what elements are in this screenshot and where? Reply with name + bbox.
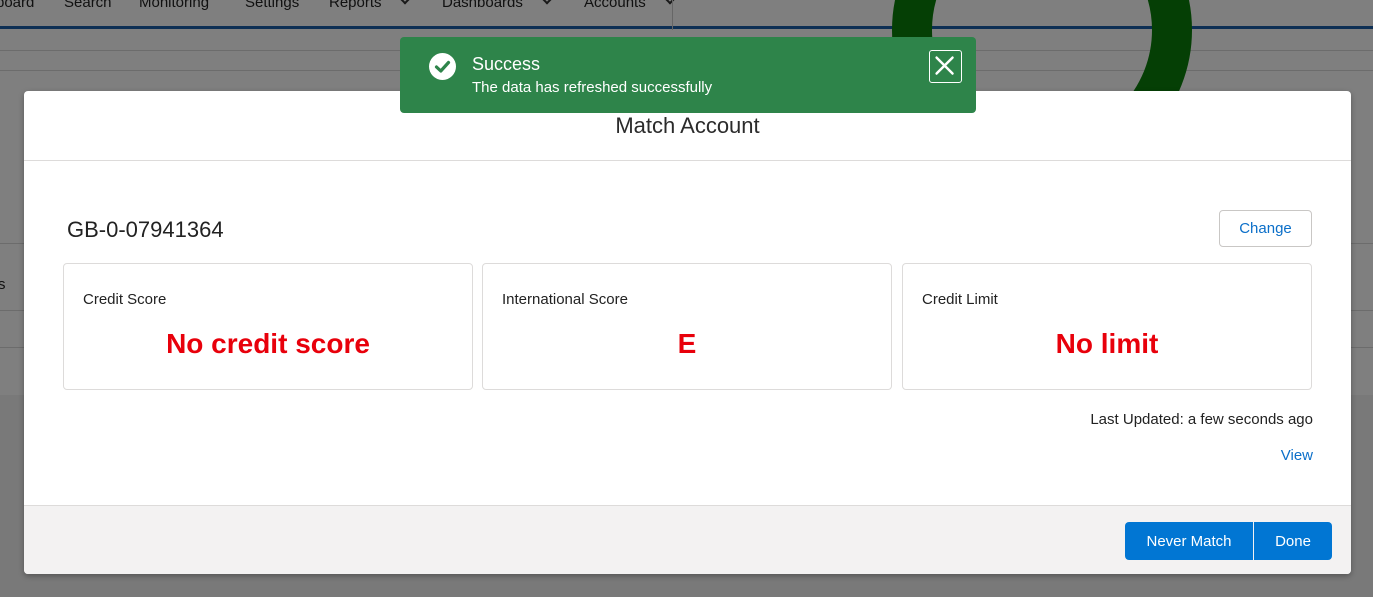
never-match-button[interactable]: Never Match (1125, 522, 1253, 560)
credit-score-card: Credit Score No credit score (63, 263, 473, 390)
account-id: GB-0-07941364 (67, 217, 224, 242)
credit-limit-value: No limit (1055, 328, 1159, 359)
success-toast: Success The data has refreshed successfu… (400, 37, 976, 113)
international-score-value: E (677, 328, 697, 359)
modal-title: Match Account (615, 113, 760, 138)
last-updated-text: Last Updated: a few seconds ago (1090, 411, 1313, 428)
success-check-icon (429, 53, 456, 80)
international-score-card: International Score E (482, 263, 892, 390)
credit-limit-card: Credit Limit No limit (902, 263, 1312, 390)
toast-title: Success (472, 54, 541, 74)
done-button[interactable]: Done (1254, 522, 1332, 560)
toast-close-button[interactable] (929, 50, 962, 83)
view-link[interactable]: View (1281, 447, 1313, 464)
credit-limit-label: Credit Limit (922, 291, 998, 308)
match-account-modal: Match Account GB-0-07941364 Change Credi… (24, 91, 1351, 574)
change-button[interactable]: Change (1219, 210, 1312, 247)
international-score-label: International Score (502, 291, 628, 308)
toast-message: The data has refreshed successfully (472, 79, 713, 96)
close-icon (935, 56, 954, 75)
credit-score-label: Credit Score (83, 291, 167, 308)
credit-score-value: No credit score (166, 328, 370, 359)
modal-footer: Never Match Done (24, 505, 1351, 574)
